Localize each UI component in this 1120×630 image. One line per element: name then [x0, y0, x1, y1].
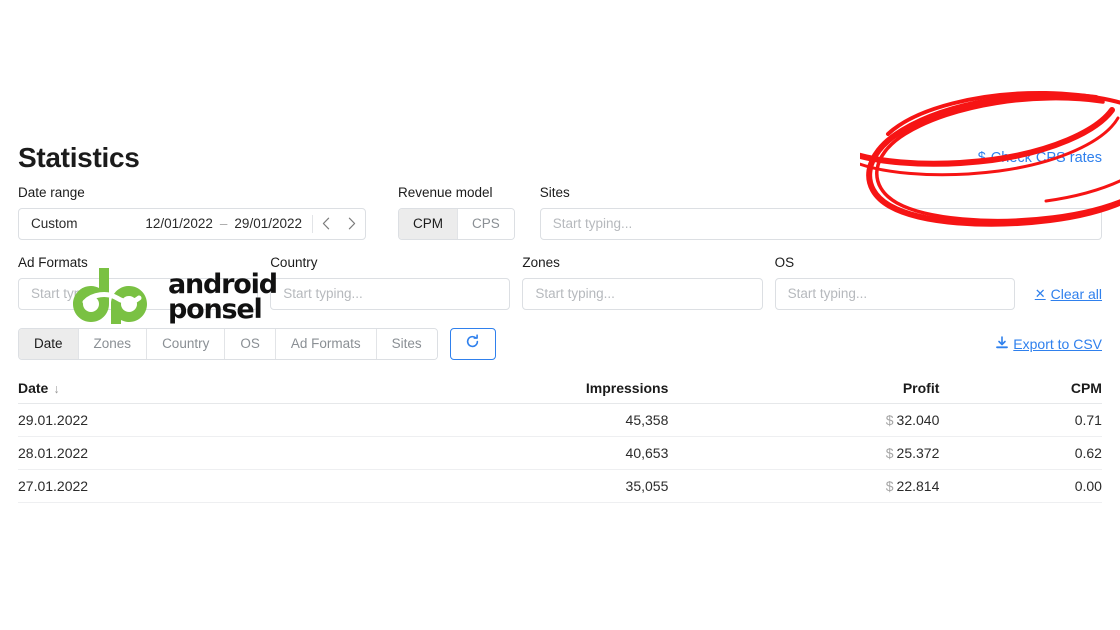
cell-profit-value: 25.372: [896, 444, 940, 461]
arrow-down-icon: ↓: [53, 382, 60, 397]
os-label: OS: [774, 254, 795, 270]
column-header-cpm[interactable]: CPM: [939, 380, 1102, 396]
country-input[interactable]: [270, 277, 511, 310]
cell-cpm: 0.62: [1074, 444, 1102, 461]
revenue-model-label: Revenue model: [398, 185, 493, 200]
group-by-left: Date Zones Country OS Ad Formats Sites: [18, 327, 496, 360]
tab-date[interactable]: Date: [19, 328, 79, 359]
top-blank-area: [0, 0, 1120, 130]
export-to-csv-link[interactable]: Export to CSV: [996, 336, 1102, 352]
country-label: Country: [270, 254, 318, 270]
date-range-end[interactable]: 29/01/2022: [234, 216, 302, 231]
column-header-date-label: Date: [18, 380, 49, 397]
cell-profit-value: 22.814: [896, 477, 940, 494]
clear-all-label: Clear all: [1050, 285, 1103, 302]
os-field: OS: [774, 254, 1015, 310]
cell-impressions: 35,055: [625, 477, 669, 494]
date-range-picker[interactable]: Custom 12/01/2022 – 29/01/2022: [18, 207, 366, 240]
currency-symbol: $: [885, 444, 894, 461]
date-range-start[interactable]: 12/01/2022: [145, 216, 213, 231]
tab-os[interactable]: OS: [225, 328, 276, 359]
refresh-button[interactable]: [449, 327, 496, 360]
table-row[interactable]: 28.01.2022 40,653 $25.372 0.62: [18, 437, 1102, 470]
zones-input[interactable]: [522, 277, 763, 310]
tab-zones[interactable]: Zones: [78, 328, 148, 359]
refresh-icon: [465, 334, 480, 354]
cell-date: 28.01.2022: [18, 444, 89, 461]
cell-cpm: 0.71: [1074, 411, 1102, 428]
cell-date: 27.01.2022: [18, 477, 89, 494]
cell-impressions: 45,358: [625, 411, 669, 428]
cell-profit: $25.372: [668, 444, 940, 461]
os-input[interactable]: [774, 277, 1015, 310]
filters-panel: Date range Custom 12/01/2022 – 29/01/202…: [0, 185, 1120, 310]
sites-field: Sites: [539, 185, 1102, 240]
dollar-icon: $: [977, 150, 986, 166]
ad-formats-label: Ad Formats: [18, 254, 88, 270]
sites-input[interactable]: [539, 207, 1102, 240]
statistics-table: Date ↓ Impressions Profit CPM 29.01.2022 …: [0, 374, 1120, 503]
currency-symbol: $: [885, 477, 894, 494]
zones-label: Zones: [522, 254, 560, 270]
group-by-tabs: Date Zones Country OS Ad Formats Sites: [18, 327, 438, 360]
table-header-row: Date ↓ Impressions Profit CPM: [18, 374, 1102, 404]
ad-formats-field: Ad Formats: [18, 254, 259, 310]
date-nav-group: [313, 209, 365, 239]
revenue-model-option-cpm[interactable]: CPM: [399, 208, 458, 239]
clear-all-button[interactable]: ✕ Clear all: [1035, 278, 1102, 310]
page-header: Statistics $ Check CPS rates: [0, 130, 1120, 186]
cell-cpm: 0.00: [1074, 477, 1102, 494]
column-header-date[interactable]: Date ↓: [18, 380, 387, 396]
cell-profit: $22.814: [668, 477, 940, 494]
sites-label: Sites: [539, 185, 570, 200]
tab-country[interactable]: Country: [147, 328, 226, 359]
revenue-model-option-cps[interactable]: CPS: [458, 208, 514, 239]
cell-profit-value: 32.040: [896, 411, 940, 428]
chevron-left-icon[interactable]: [313, 209, 339, 239]
date-range-values[interactable]: 12/01/2022 – 29/01/2022: [90, 216, 312, 231]
date-range-dash: –: [219, 216, 228, 232]
column-header-profit[interactable]: Profit: [668, 380, 940, 396]
cell-profit: $32.040: [668, 411, 940, 428]
column-header-impressions[interactable]: Impressions: [387, 380, 668, 396]
download-icon: [996, 335, 1009, 352]
zones-field: Zones: [522, 254, 763, 310]
ad-formats-input[interactable]: [18, 277, 259, 310]
currency-symbol: $: [885, 411, 894, 428]
group-by-toolbar: Date Zones Country OS Ad Formats Sites E…: [0, 327, 1120, 360]
chevron-right-icon[interactable]: [339, 209, 365, 239]
table-row[interactable]: 29.01.2022 45,358 $32.040 0.71: [18, 404, 1102, 437]
country-field: Country: [270, 254, 511, 310]
date-range-preset[interactable]: Custom: [19, 216, 90, 231]
page-title: Statistics: [18, 142, 140, 173]
check-cps-rates-link[interactable]: $ Check CPS rates: [978, 150, 1102, 166]
filters-row-2: Ad Formats Country Zones OS ✕ Clear all: [18, 254, 1102, 310]
revenue-model-field: Revenue model CPM CPS: [398, 185, 515, 240]
check-cps-rates-label: Check CPS rates: [990, 150, 1102, 166]
statistics-page: Statistics $ Check CPS rates Date range …: [0, 0, 1120, 630]
cell-impressions: 40,653: [625, 444, 669, 461]
date-range-field: Date range Custom 12/01/2022 – 29/01/202…: [18, 185, 366, 240]
tab-ad-formats[interactable]: Ad Formats: [275, 328, 377, 359]
date-range-label: Date range: [18, 185, 85, 200]
close-x-icon: ✕: [1034, 285, 1046, 301]
tab-sites[interactable]: Sites: [376, 328, 437, 359]
revenue-model-segmented-control: CPM CPS: [398, 207, 515, 240]
cell-date: 29.01.2022: [18, 411, 89, 428]
export-to-csv-label: Export to CSV: [1013, 335, 1102, 352]
filters-row-1: Date range Custom 12/01/2022 – 29/01/202…: [18, 185, 1102, 240]
table-row[interactable]: 27.01.2022 35,055 $22.814 0.00: [18, 470, 1102, 503]
